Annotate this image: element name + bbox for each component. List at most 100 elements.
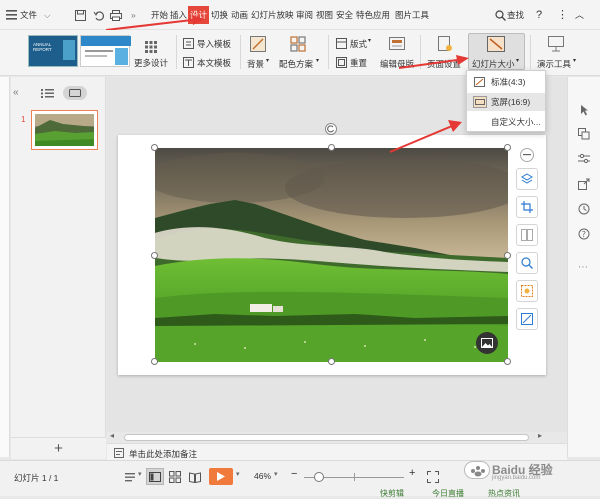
file-menu[interactable]: 文件 <box>20 0 37 30</box>
text-template-button[interactable]: 本文模板 <box>197 57 231 69</box>
svg-text:?: ? <box>582 230 586 239</box>
play-slideshow-icon[interactable] <box>209 468 233 485</box>
reset-button[interactable]: 重置 <box>350 57 367 69</box>
resize-handle[interactable] <box>151 144 158 151</box>
hamburger-icon[interactable] <box>6 9 18 21</box>
collapse-panel-icon[interactable]: « <box>13 87 19 98</box>
divider <box>176 35 177 69</box>
normal-view-icon[interactable] <box>146 468 164 485</box>
resize-handle[interactable] <box>151 358 158 365</box>
picture-effects-icon[interactable] <box>516 280 538 302</box>
background-button[interactable]: 背景 <box>247 58 264 70</box>
resize-handle[interactable] <box>328 358 335 365</box>
tab-view[interactable]: 视图 <box>316 0 333 30</box>
save-icon[interactable] <box>74 9 86 21</box>
bottom-link-2[interactable]: 今日直播 <box>432 488 464 499</box>
bottom-link-1[interactable]: 快剪辑 <box>380 488 404 499</box>
import-template-button[interactable]: 导入模板 <box>197 38 231 50</box>
tab-slideshow[interactable]: 幻灯片放映 <box>251 0 294 30</box>
resize-handle[interactable] <box>504 358 511 365</box>
notes-bar[interactable]: 单击此处添加备注 <box>107 443 567 460</box>
zoom-slider-thumb[interactable] <box>314 472 324 482</box>
dropdown-item-custom-size[interactable]: 自定义大小... <box>467 113 545 131</box>
tab-picture-tools[interactable]: 图片工具 <box>395 0 429 30</box>
chevron-down-icon[interactable]: ⌵ <box>44 0 50 30</box>
rotate-handle-icon[interactable] <box>325 123 337 135</box>
zoom-level[interactable]: 46% <box>254 471 271 481</box>
help-button[interactable]: ? <box>536 0 542 30</box>
resize-handle[interactable] <box>151 252 158 259</box>
crop-icon[interactable] <box>516 196 538 218</box>
tab-special-apps[interactable]: 特色应用 <box>356 0 390 30</box>
bottom-link-3[interactable]: 热点资讯 <box>488 488 520 499</box>
chevron-down-icon[interactable]: ▾ <box>138 470 142 478</box>
tab-animation[interactable]: 动画 <box>231 0 248 30</box>
add-slide-button[interactable]: + <box>11 437 106 459</box>
layers-icon[interactable] <box>516 168 538 190</box>
background-icon[interactable] <box>249 35 267 53</box>
slide-thumbnail-panel: « 1 <box>11 77 106 437</box>
picture-border-icon[interactable] <box>516 308 538 330</box>
zoom-image-icon[interactable] <box>516 252 538 274</box>
zoom-in-button[interactable]: + <box>409 467 415 479</box>
slide-size-icon[interactable] <box>486 35 506 53</box>
scrollbar-thumb[interactable] <box>124 434 529 441</box>
tab-security[interactable]: 安全 <box>336 0 353 30</box>
slide-sorter-icon[interactable] <box>168 470 182 484</box>
image-split-icon[interactable] <box>516 224 538 246</box>
horizontal-scrollbar[interactable]: ◂ ▸ <box>110 431 567 442</box>
more-designs-grid-icon[interactable] <box>144 40 158 54</box>
fit-window-icon[interactable] <box>426 470 440 484</box>
scroll-left-icon[interactable]: ◂ <box>110 431 114 440</box>
tab-transition[interactable]: 切换 <box>211 0 228 30</box>
more-designs-button[interactable]: 更多设计 <box>134 57 168 69</box>
chevron-down-icon[interactable]: ▾ <box>236 470 240 478</box>
copy-icon[interactable] <box>578 128 590 140</box>
reading-view-icon[interactable] <box>188 470 202 484</box>
annotation-arrow-slide-size <box>398 55 469 69</box>
collapse-ribbon-icon[interactable]: ︿ <box>575 0 584 30</box>
slide-thumbnail[interactable] <box>31 110 98 150</box>
history-icon[interactable] <box>578 203 590 215</box>
help-circle-icon[interactable]: ? <box>578 228 590 240</box>
template-thumb-2[interactable] <box>80 35 131 67</box>
color-scheme-button[interactable]: 配色方案 <box>279 58 313 70</box>
resize-handle[interactable] <box>328 144 335 151</box>
annotation-arrow-custom-size <box>389 120 462 153</box>
page-setup-icon[interactable] <box>436 35 454 53</box>
template-thumb-title: ANNUAL REPORT <box>33 42 52 52</box>
dropdown-item-standard[interactable]: 标准(4:3) <box>467 73 545 91</box>
resize-handle[interactable] <box>504 144 511 151</box>
tab-review[interactable]: 审阅 <box>296 0 313 30</box>
presentation-tools-icon[interactable] <box>547 35 565 53</box>
more-icon[interactable]: ⋯ <box>578 262 588 273</box>
collapse-tools-icon[interactable] <box>520 148 534 162</box>
slide-size-button[interactable]: 幻灯片大小 <box>472 58 515 70</box>
outline-view-icon[interactable] <box>40 88 54 98</box>
color-scheme-icon[interactable] <box>289 35 307 53</box>
scroll-right-icon[interactable]: ▸ <box>538 431 542 440</box>
search-icon[interactable] <box>494 9 506 21</box>
chevron-down-icon[interactable]: ▾ <box>274 470 278 478</box>
template-thumb-1[interactable]: ANNUAL REPORT <box>28 35 78 67</box>
chevron-down-icon: ▾ <box>573 58 577 64</box>
search-label[interactable]: 查找 <box>507 0 524 30</box>
dropdown-item-label: 标准(4:3) <box>491 77 526 87</box>
layout-button[interactable]: 版式 <box>350 38 367 50</box>
dropdown-item-widescreen[interactable]: 宽屏(16:9) <box>467 93 545 111</box>
image-badge-icon[interactable] <box>476 332 498 354</box>
notes-placeholder[interactable]: 单击此处添加备注 <box>129 448 197 460</box>
properties-sliders-icon[interactable] <box>578 153 590 165</box>
zoom-out-button[interactable]: − <box>291 468 297 480</box>
slide-view-icon[interactable] <box>63 86 87 100</box>
zoom-slider-center-tick <box>354 473 355 481</box>
presentation-tools-button[interactable]: 演示工具 <box>537 58 571 70</box>
share-icon[interactable] <box>578 178 590 190</box>
more-options-icon[interactable]: ⋮ <box>557 0 568 30</box>
notes-toggle-icon[interactable] <box>124 471 138 483</box>
dropdown-item-label: 宽屏(16:9) <box>491 97 531 107</box>
edit-master-icon[interactable] <box>388 35 406 53</box>
select-cursor-icon[interactable] <box>578 104 590 116</box>
resize-handle[interactable] <box>504 252 511 259</box>
landscape-photo[interactable] <box>155 148 508 362</box>
